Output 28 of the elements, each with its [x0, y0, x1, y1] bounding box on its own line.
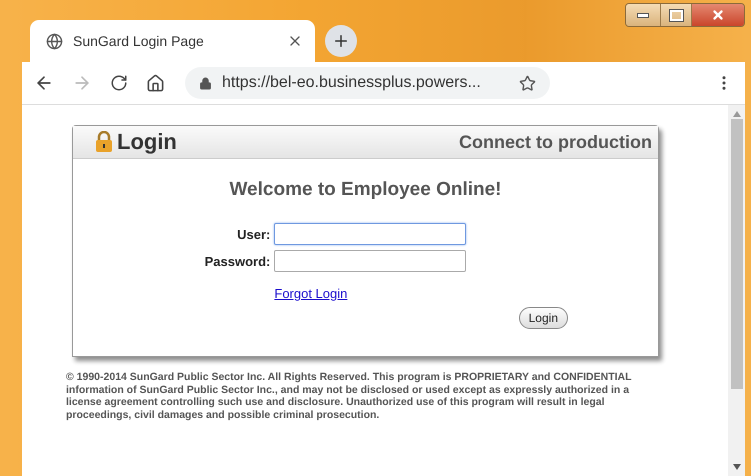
close-button[interactable]: [691, 4, 744, 26]
plus-icon: [332, 32, 350, 50]
scrollbar-thumb[interactable]: [730, 119, 742, 389]
close-icon: [711, 8, 725, 22]
globe-icon: [46, 32, 63, 50]
address-bar[interactable]: https://bel-eo.businessplus.powers...: [185, 67, 550, 99]
browser-tab[interactable]: SunGard Login Page: [30, 20, 315, 62]
minimize-button[interactable]: [626, 4, 660, 26]
reload-icon[interactable]: [110, 74, 128, 92]
forgot-login-link[interactable]: Forgot Login: [274, 286, 348, 301]
field-label: Password:: [204, 254, 270, 268]
input-field[interactable]: [274, 223, 466, 245]
input-field[interactable]: [274, 250, 466, 272]
minimize-icon: [637, 12, 649, 18]
connection-label: Connect to production: [459, 132, 652, 152]
bookmark-star-icon[interactable]: [519, 74, 536, 92]
copyright-notice: © 1990-2014 SunGard Public Sector Inc. All Rights Reserved. This program is PROPRIETARY and CONFIDENTIAL information of SunGard Public Sector Inc., and may not be disclosed or used except as expressly authorized in a license agreement controlling such use and disclosure. Unauthorized use of this program will result in legal proceedings, civil damages and possible criminal prosecution.: [66, 371, 632, 421]
scroll-down-icon[interactable]: [732, 464, 740, 470]
home-icon[interactable]: [146, 74, 165, 92]
field-label: User:: [236, 226, 270, 242]
welcome-heading: Welcome to Employee Online!: [229, 179, 502, 201]
new-tab-button[interactable]: [325, 25, 357, 57]
lock-icon: [199, 76, 212, 90]
maximize-button[interactable]: [660, 4, 691, 26]
panel-title: Login: [117, 129, 177, 155]
login-button[interactable]: Login: [518, 307, 568, 329]
padlock-icon: [95, 131, 113, 153]
maximize-icon: [670, 10, 682, 20]
